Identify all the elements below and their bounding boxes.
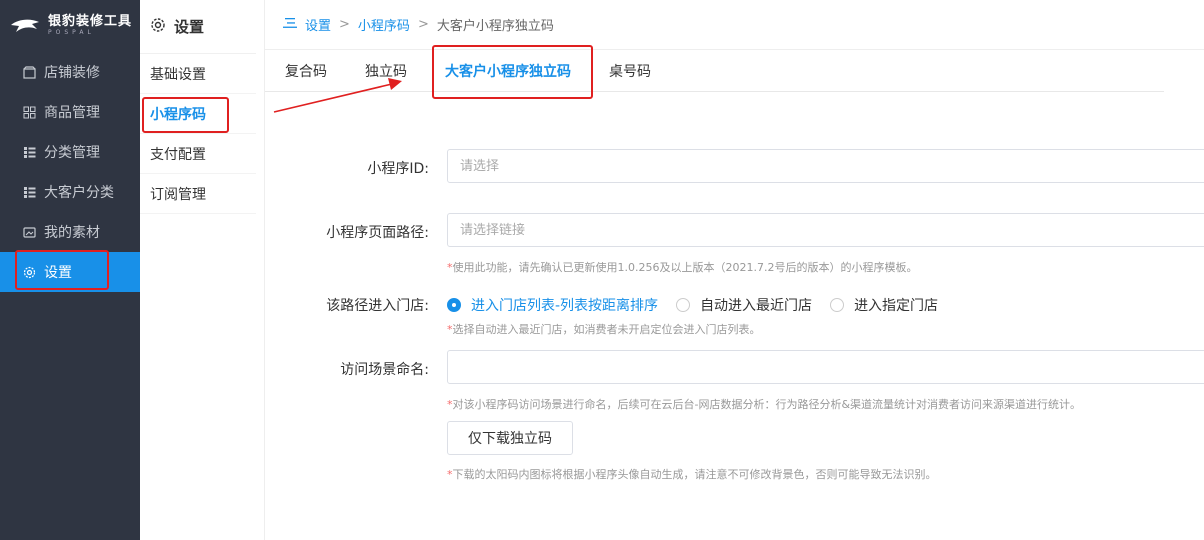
gear-icon bbox=[22, 265, 36, 279]
scene-name-input[interactable] bbox=[447, 350, 1204, 384]
store-entry-hint: *选择自动进入最近门店，如消费者未开启定位会进入门店列表。 bbox=[447, 323, 761, 336]
subnav-item-basic-settings[interactable]: 基础设置 bbox=[140, 54, 256, 94]
breadcrumb-mini-program-code[interactable]: 小程序码 bbox=[358, 15, 410, 34]
logo-subtitle: POSPAL bbox=[48, 29, 95, 36]
sidebar-item-materials[interactable]: 我的素材 bbox=[0, 212, 140, 252]
breadcrumb-separator: > bbox=[417, 17, 429, 32]
radio-button[interactable] bbox=[830, 298, 845, 312]
gear-icon bbox=[150, 17, 166, 37]
store-icon bbox=[22, 65, 36, 79]
sidebar-item-label: 我的素材 bbox=[44, 225, 100, 241]
logo-icon bbox=[11, 19, 39, 32]
list-icon bbox=[22, 185, 36, 199]
subnav-item-subscription[interactable]: 订阅管理 bbox=[140, 174, 256, 214]
download-hint: *下载的太阳码内图标将根据小程序头像自动生成，请注意不可修改背景色，否则可能导致… bbox=[447, 468, 937, 481]
page-path-hint: *使用此功能，请先确认已更新使用1.0.256及以上版本（2021.7.2号后的… bbox=[447, 261, 918, 274]
subnav-item-payment-config[interactable]: 支付配置 bbox=[140, 134, 256, 174]
subnav-title: 设置 bbox=[174, 18, 205, 36]
page-path-select[interactable] bbox=[447, 213, 1204, 247]
radio-label: 进入指定门店 bbox=[854, 298, 939, 314]
main-sidebar: 银豹装修工具 POSPAL 店铺装修 商品管理 分类管理 大客户分类 我的素材 bbox=[0, 0, 140, 540]
image-icon bbox=[22, 225, 36, 239]
page-path-label: 小程序页面路径: bbox=[326, 225, 429, 241]
scene-name-label: 访问场景命名: bbox=[340, 362, 429, 378]
sidebar-item-products[interactable]: 商品管理 bbox=[0, 92, 140, 132]
grid-icon bbox=[22, 105, 36, 119]
radio-label: 进入门店列表-列表按距离排序 bbox=[471, 298, 659, 314]
breadcrumb: 设置 > 小程序码 > 大客户小程序独立码 bbox=[265, 0, 1204, 50]
sidebar-item-categories[interactable]: 分类管理 bbox=[0, 132, 140, 172]
radio-nearest-store[interactable]: 自动进入最近门店 bbox=[676, 295, 812, 315]
breadcrumb-separator: > bbox=[339, 17, 350, 32]
tab-vip-standalone-code[interactable]: 大客户小程序独立码 bbox=[445, 50, 571, 92]
subnav-item-mini-program-code[interactable]: 小程序码 bbox=[140, 94, 256, 134]
radio-button[interactable] bbox=[447, 298, 461, 312]
sidebar-item-store-decoration[interactable]: 店铺装修 bbox=[0, 52, 140, 92]
menu-icon[interactable] bbox=[283, 17, 297, 33]
miniprogram-id-select[interactable] bbox=[447, 149, 1204, 183]
miniprogram-id-label: 小程序ID: bbox=[367, 161, 429, 177]
sidebar-item-label: 商品管理 bbox=[44, 105, 100, 121]
breadcrumb-current: 大客户小程序独立码 bbox=[436, 19, 554, 34]
radio-specific-store[interactable]: 进入指定门店 bbox=[830, 295, 938, 315]
scene-name-hint: *对该小程序码访问场景进行命名，后续可在云后台-网店数据分析：行为路径分析&渠道… bbox=[447, 398, 1082, 411]
annotation-arrow bbox=[273, 78, 402, 113]
radio-button[interactable] bbox=[676, 298, 691, 312]
tab-table-code[interactable]: 桌号码 bbox=[609, 50, 651, 92]
sidebar-item-label: 大客户分类 bbox=[44, 185, 114, 201]
sidebar-item-settings[interactable]: 设置 bbox=[0, 252, 140, 292]
radio-label: 自动进入最近门店 bbox=[700, 298, 813, 314]
settings-subnav: 设置 基础设置 小程序码 支付配置 订阅管理 bbox=[140, 0, 265, 540]
sidebar-item-vip-categories[interactable]: 大客户分类 bbox=[0, 172, 140, 212]
download-standalone-code-button[interactable]: 仅下载独立码 bbox=[447, 421, 573, 455]
breadcrumb-settings[interactable]: 设置 bbox=[305, 15, 331, 34]
sidebar-item-label: 店铺装修 bbox=[44, 65, 100, 81]
list-icon bbox=[22, 145, 36, 159]
logo[interactable]: 银豹装修工具 POSPAL bbox=[0, 0, 140, 52]
logo-title: 银豹装修工具 bbox=[48, 14, 133, 29]
sidebar-item-label: 分类管理 bbox=[44, 145, 100, 161]
sidebar-item-label: 设置 bbox=[44, 265, 72, 281]
store-entry-label: 该路径进入门店: bbox=[326, 298, 429, 314]
radio-store-list[interactable]: 进入门店列表-列表按距离排序 bbox=[447, 295, 658, 315]
subnav-header: 设置 bbox=[140, 0, 256, 54]
store-entry-radio-group: 进入门店列表-列表按距离排序 自动进入最近门店 进入指定门店 bbox=[447, 295, 956, 315]
